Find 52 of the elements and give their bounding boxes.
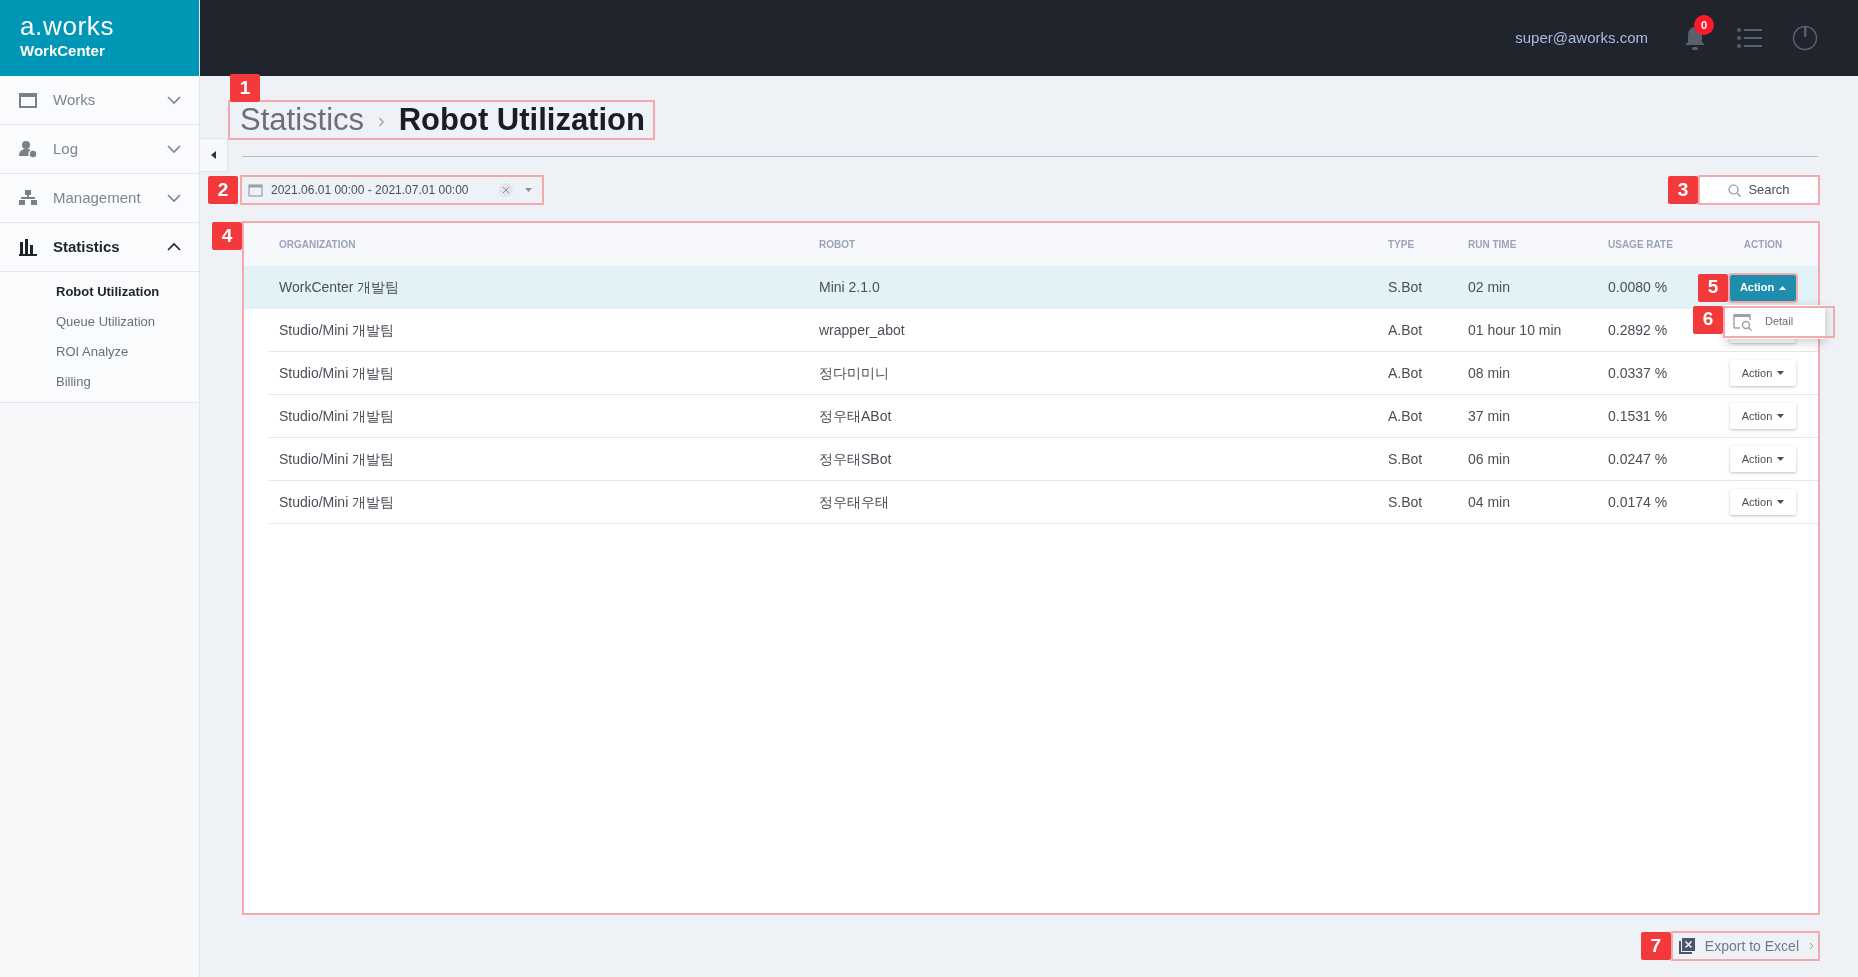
table-cell-text: Studio/Mini 개발팀 <box>279 320 396 340</box>
annotation-number: 4 <box>212 222 242 250</box>
annotation-number: 6 <box>1693 305 1723 334</box>
table-cell-text: 0.1531 % <box>1608 406 1669 426</box>
table-cell-text: 01 hour 10 min <box>1468 320 1563 340</box>
table-cell-text: 02 min <box>1468 278 1512 297</box>
table-cell-text: Mini 2.1.0 <box>819 278 881 297</box>
table-cell-text: A.Bot <box>1388 320 1424 340</box>
breadcrumb-separator: › <box>378 108 385 133</box>
table-cell-text: 37 min <box>1468 406 1512 426</box>
sidebar-item-label: Management <box>53 187 142 208</box>
annotation-number: 3 <box>1668 176 1698 204</box>
table-cell-text: S.Bot <box>1388 449 1424 469</box>
breadcrumb-current: Robot Utilization <box>398 100 645 139</box>
annotation-number: 1 <box>230 74 260 102</box>
table-cell-text: 06 min <box>1468 449 1512 469</box>
table-cell-text: Studio/Mini 개발팀 <box>279 449 396 469</box>
table-cell-text: A.Bot <box>1388 406 1424 426</box>
table-cell-text: 정우태우태 <box>819 492 890 512</box>
notification-count: 0 <box>1694 15 1714 35</box>
table-cell-text: 0.0337 % <box>1608 363 1669 383</box>
column-header: USAGE RATE <box>1608 238 1674 252</box>
table-cell-text: 0.0174 % <box>1608 492 1669 512</box>
column-header: ACTION <box>1742 238 1784 252</box>
table-cell-text: Studio/Mini 개발팀 <box>279 363 396 383</box>
annotation-number: 7 <box>1640 932 1671 960</box>
annotation-number: 5 <box>1698 273 1728 302</box>
column-header: TYPE <box>1388 238 1416 252</box>
column-header: RUN TIME <box>1468 238 1518 252</box>
date-range-value: 2021.06.01 00:00 - 2021.07.01 00:00 <box>271 182 470 199</box>
table-cell-text: 정우태SBot <box>819 449 893 469</box>
table-cell-text: A.Bot <box>1388 363 1424 383</box>
sidebar-item-label: Statistics <box>53 236 121 257</box>
table-cell-text: Studio/Mini 개발팀 <box>279 406 396 426</box>
table-cell-text: 0.0247 % <box>1608 449 1669 469</box>
table-cell-text: 정우태ABot <box>819 406 893 426</box>
product-name: WorkCenter <box>20 41 106 61</box>
sidebar-item-label: Log <box>53 138 80 159</box>
table-cell-text: 0.2892 % <box>1608 320 1669 340</box>
table-cell-text: 08 min <box>1468 363 1512 383</box>
annotation-number: 2 <box>208 176 238 204</box>
table-cell-text: 04 min <box>1468 492 1512 512</box>
logo: a.works <box>20 12 116 40</box>
column-header: ORGANIZATION <box>279 238 357 252</box>
table-cell-text: wrapper_abot <box>819 320 906 340</box>
table-cell-text: S.Bot <box>1388 278 1424 297</box>
table-cell-text: S.Bot <box>1388 492 1424 512</box>
table-cell-text: 정다미미니 <box>819 363 890 383</box>
table-cell-text: WorkCenter 개발팀 <box>279 278 401 297</box>
table-cell-text: Studio/Mini 개발팀 <box>279 492 396 512</box>
sidebar-item-label: Works <box>53 89 97 110</box>
column-header: ROBOT <box>819 238 857 252</box>
